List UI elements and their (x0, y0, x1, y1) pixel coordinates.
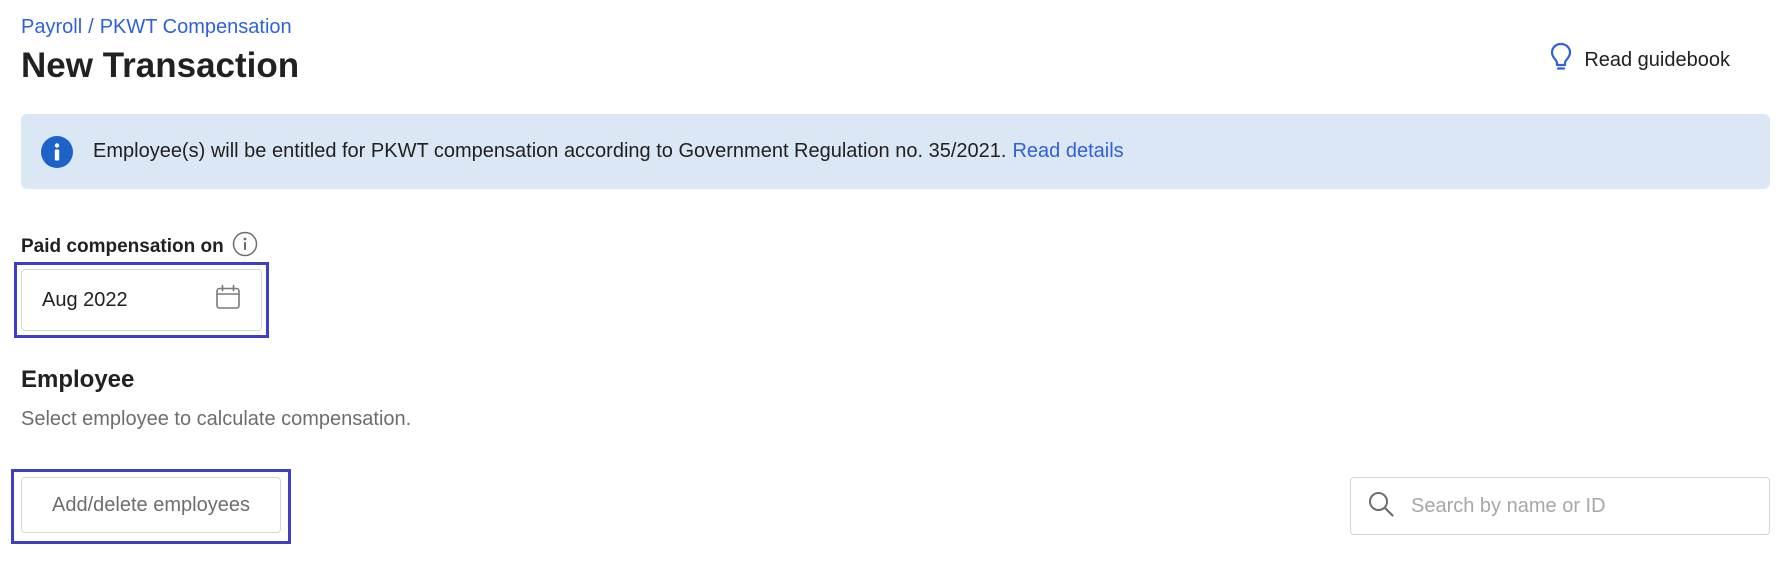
paid-compensation-label: Paid compensation on (21, 231, 258, 263)
info-icon (41, 135, 73, 168)
breadcrumb-separator: / (88, 16, 94, 38)
breadcrumb-item-pkwt-compensation[interactable]: PKWT Compensation (100, 16, 292, 38)
info-banner-message: Employee(s) will be entitled for PKWT co… (93, 140, 1007, 162)
read-details-link[interactable]: Read details (1012, 140, 1123, 163)
lightbulb-icon (1550, 42, 1572, 78)
paid-compensation-date-picker[interactable]: Aug 2022 (21, 269, 262, 331)
search-icon (1367, 490, 1395, 523)
info-outline-icon[interactable] (232, 231, 258, 263)
read-guidebook-label: Read guidebook (1584, 48, 1730, 71)
calendar-icon[interactable] (215, 284, 241, 316)
search-input[interactable] (1409, 493, 1753, 519)
info-banner: Employee(s) will be entitled for PKWT co… (21, 114, 1770, 189)
breadcrumb-item-payroll[interactable]: Payroll (21, 16, 82, 38)
breadcrumb: Payroll / PKWT Compensation (21, 16, 292, 39)
employee-search[interactable] (1350, 477, 1770, 535)
employee-section-title: Employee (21, 366, 135, 393)
add-delete-employees-button[interactable]: Add/delete employees (21, 477, 281, 533)
employee-section-subtitle: Select employee to calculate compensatio… (21, 408, 412, 430)
read-guidebook-link[interactable]: Read guidebook (1550, 42, 1730, 78)
page-title: New Transaction (21, 46, 300, 85)
paid-compensation-date-value: Aug 2022 (42, 288, 128, 311)
paid-compensation-label-text: Paid compensation on (21, 236, 224, 257)
